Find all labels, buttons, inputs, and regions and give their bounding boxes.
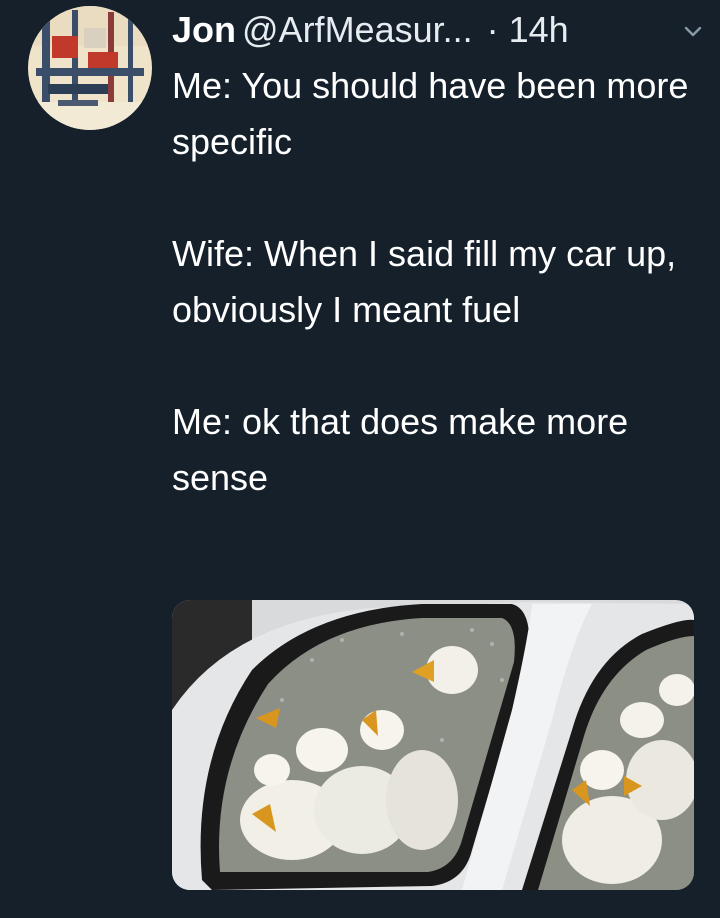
chevron-down-icon[interactable]	[682, 20, 704, 42]
tweet-paragraph: Me: You should have been more specific	[172, 65, 699, 162]
avatar[interactable]	[28, 6, 152, 130]
tweet-photo[interactable]	[172, 600, 694, 890]
tweet-paragraph: Me: ok that does make more sense	[172, 401, 639, 498]
author-handle[interactable]: @ArfMeasur...	[242, 9, 473, 50]
tweet-text: Me: You should have been more specific W…	[172, 58, 692, 506]
tweet-paragraph: Wife: When I said fill my car up, obviou…	[172, 233, 687, 330]
author-name[interactable]: Jon	[172, 9, 236, 50]
timestamp[interactable]: · 14h	[487, 9, 569, 50]
tweet-header: Jon @ArfMeasur... · 14h	[172, 6, 712, 54]
